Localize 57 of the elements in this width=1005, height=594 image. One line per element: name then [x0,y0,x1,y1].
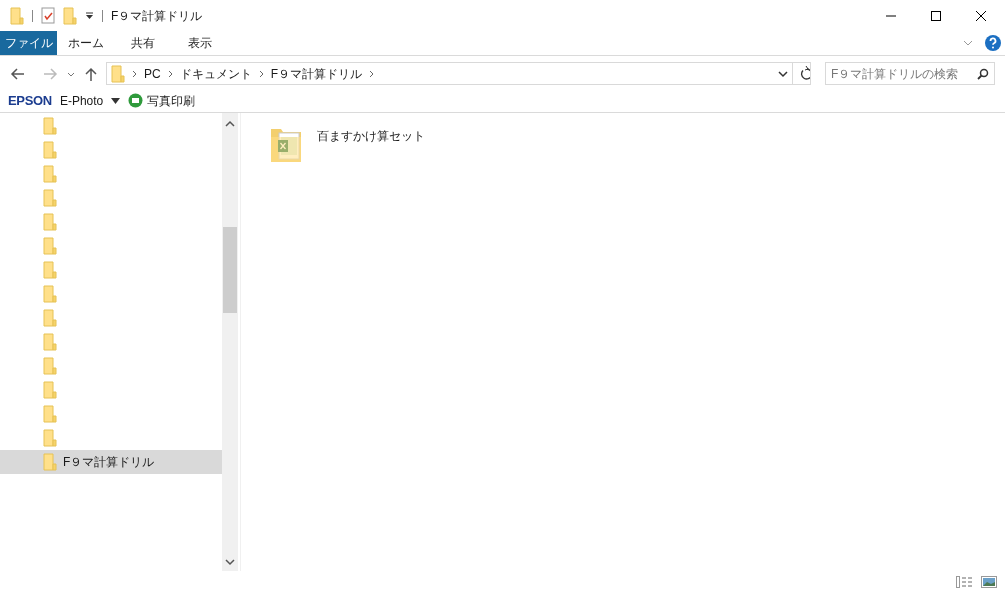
details-view-icon[interactable] [956,576,973,588]
dropdown-icon[interactable] [778,68,788,79]
ribbon-tab[interactable]: ホーム [57,31,114,55]
search-field[interactable]: F９マ計算ドリルの検索 [825,62,995,85]
folder-icon [43,309,57,327]
scrollbar[interactable] [222,113,238,571]
chevron-icon [369,69,374,78]
scroll-down-icon[interactable] [225,557,235,567]
folder-icon [43,405,57,423]
help-icon[interactable] [985,35,1001,51]
folder-icon [111,64,125,83]
folder-icon [43,333,57,351]
folder-icon [43,453,57,471]
folder-icon [43,381,57,399]
close-icon[interactable] [975,9,987,22]
scroll-up-icon[interactable] [225,119,235,129]
app-label: E-Photo [59,92,104,110]
forward-icon[interactable] [42,66,58,81]
folder-icon [43,165,57,183]
refresh-icon[interactable] [792,63,810,84]
properties-icon [41,7,55,24]
ribbon-tab[interactable]: 共有 [114,31,171,55]
print-photo-button[interactable]: 写真印刷 [147,91,196,110]
folder-icon [43,285,57,303]
folder-icon [43,213,57,231]
folder-icon [43,141,57,159]
brand-label: EPSON [8,91,52,110]
large-icons-view-icon[interactable] [981,576,997,588]
folder-icon [63,6,77,25]
folder-icon [43,237,57,255]
dropdown-icon[interactable] [111,97,121,104]
chevron-icon [167,69,173,78]
maximize-icon[interactable] [930,9,942,22]
dropdown-icon[interactable] [85,11,94,20]
file-item[interactable]: 百ますかけ算セット [269,125,425,169]
ribbon-tab[interactable]: ファイル [0,31,57,55]
up-icon[interactable] [84,65,98,82]
breadcrumb[interactable]: ドキュメント [179,64,252,83]
folder-icon [43,429,57,447]
folder-icon [43,357,57,375]
printer-icon [128,93,144,108]
scroll-thumb[interactable] [223,227,237,313]
nav-item[interactable]: F９マ計算ドリル [0,450,222,474]
back-icon[interactable] [10,66,26,81]
breadcrumb[interactable]: F９マ計算ドリル [270,64,362,83]
ribbon-tab[interactable]: 表示 [171,31,228,55]
chevron-icon [258,69,264,78]
breadcrumb[interactable]: PC [144,64,161,83]
folder-icon [43,261,57,279]
chevron-icon [132,69,137,78]
expand-ribbon-icon[interactable] [963,38,973,48]
folder-icon [43,117,57,135]
folder-icon [10,6,24,25]
address-bar[interactable]: PC ドキュメント F９マ計算ドリル [106,62,811,85]
window-title: F９マ計算ドリル [111,7,203,25]
folder-icon [43,189,57,207]
search-icon [977,67,989,80]
